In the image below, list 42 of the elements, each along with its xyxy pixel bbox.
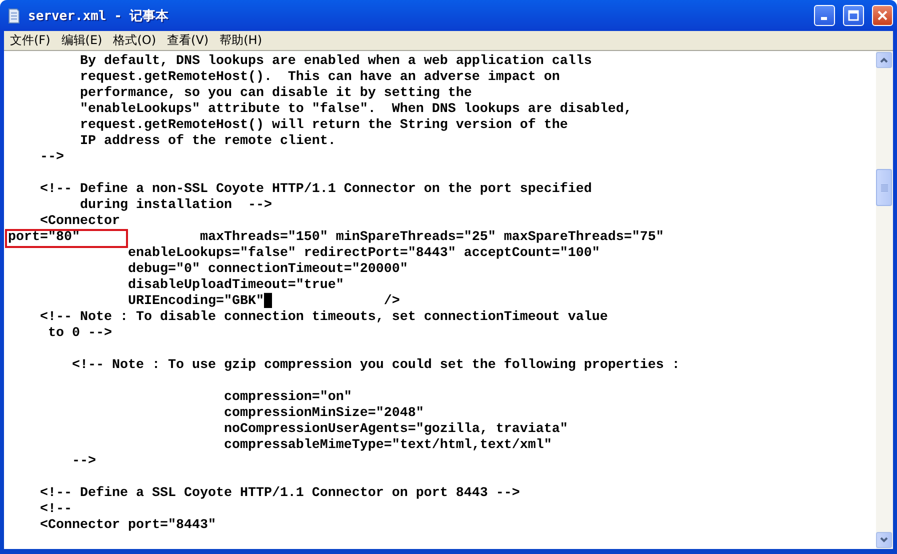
code-line: disableUploadTimeout="true" (126, 278, 344, 293)
maximize-icon (848, 10, 859, 21)
menu-item[interactable]: 帮助(H) (216, 32, 269, 49)
code-line: noCompressionUserAgents="gozilla, traviata" (222, 422, 568, 437)
code-line: performance, so you can disable it by setting the (78, 86, 472, 101)
code-line: By default, DNS lookups are enabled when a web application calls (78, 54, 592, 69)
code-line: debug="0" connectionTimeout="20000" (126, 262, 408, 277)
code-line: "enableLookups" attribute to "false". When DNS lookups are disabled, (78, 102, 632, 117)
scroll-up-button[interactable] (876, 52, 892, 68)
scroll-down-button[interactable] (876, 532, 892, 548)
code-line: port="80" maxThreads="150" minSpareThreads="25" maxSpareThreads="75" (8, 230, 664, 245)
code-line: compression="on" (222, 390, 352, 405)
menu-item[interactable]: 文件(F) (6, 32, 58, 49)
code-line: compressableMimeType="text/html,text/xml" (222, 438, 552, 453)
code-line: URIEncoding="GBK"█ /> (126, 294, 400, 309)
code-line: during installation --> (78, 198, 272, 213)
code-line: <!-- Note : To use gzip compression you could set the following properties : (70, 358, 680, 373)
code-line: --> (38, 150, 64, 165)
minimize-button[interactable] (814, 5, 835, 26)
code-line: <!-- Note : To disable connection timeouts, set connectionTimeout value (38, 310, 608, 325)
code-line: IP address of the remote client. (78, 134, 336, 149)
code-line: <Connector port="8443" (38, 518, 216, 533)
code-line: <!-- Define a SSL Coyote HTTP/1.1 Connector on port 8443 --> (38, 486, 520, 501)
close-icon (877, 10, 888, 21)
scrollbar-thumb[interactable] (876, 169, 892, 206)
code-line: enableLookups="false" redirectPort="8443" acceptCount="100" (126, 246, 600, 261)
code-line: to 0 --> (46, 326, 112, 341)
grip-icon (880, 184, 888, 192)
menu-item[interactable]: 编辑(E) (57, 32, 110, 49)
code-line: <!-- Define a non-SSL Coyote HTTP/1.1 Connector on the port specified (38, 182, 592, 197)
window-title: server.xml - 记事本 (28, 8, 170, 24)
menu-item[interactable]: 查看(V) (163, 32, 216, 49)
code-line: --> (70, 454, 96, 469)
maximize-button[interactable] (843, 5, 864, 26)
menu-item[interactable]: 格式(O) (109, 32, 164, 49)
notepad-icon (6, 8, 22, 24)
code-line: request.getRemoteHost(). This can have an adverse impact on (78, 70, 560, 85)
code-line: <!-- (38, 502, 72, 517)
code-line: <Connector (38, 214, 120, 229)
code-line: request.getRemoteHost() will return the String version of the (78, 118, 568, 133)
close-button[interactable] (872, 5, 893, 26)
code-line: compressionMinSize="2048" (222, 406, 424, 421)
